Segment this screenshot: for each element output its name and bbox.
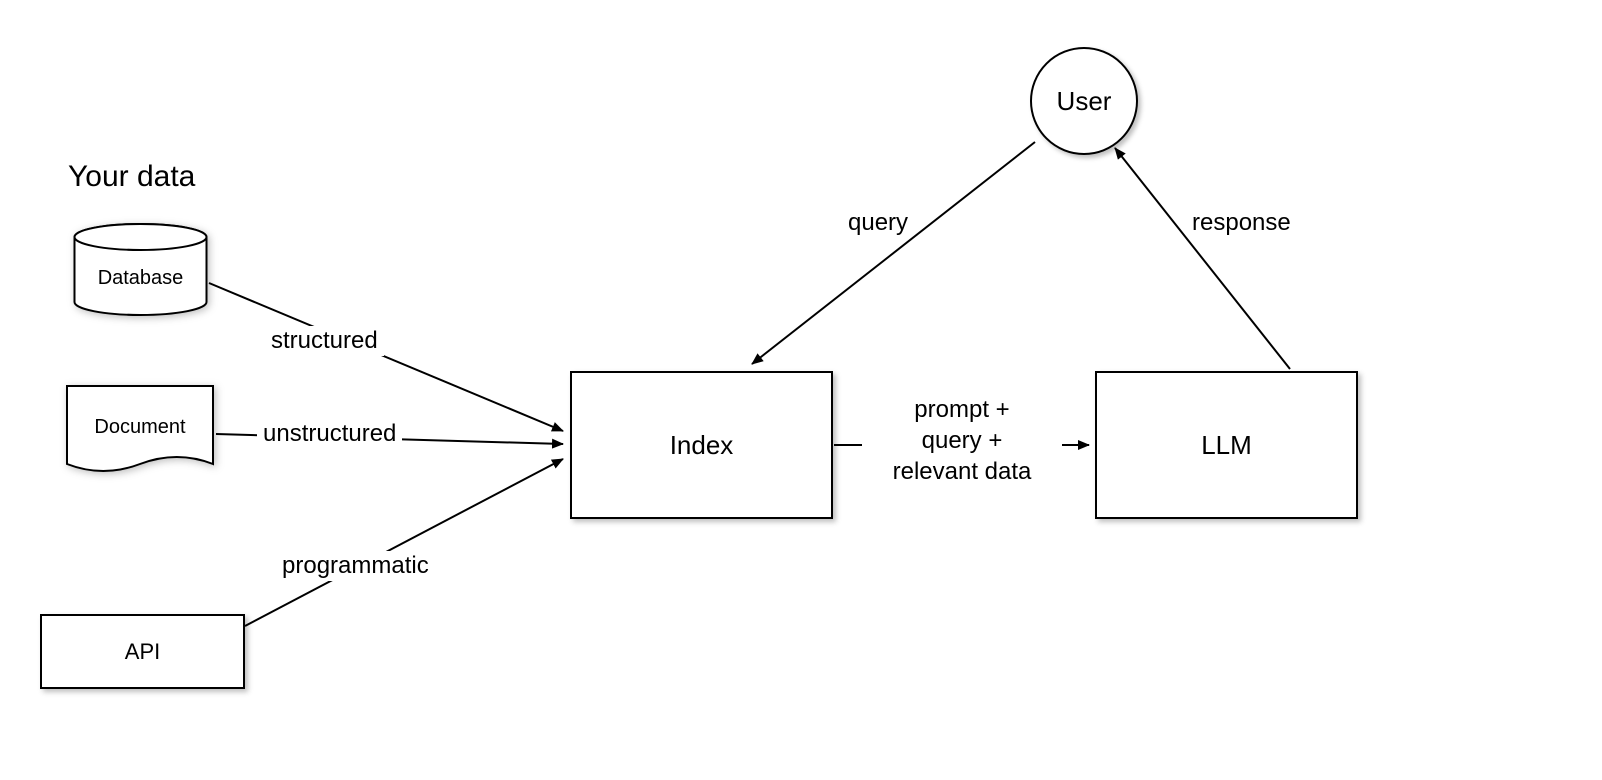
- edge-label-query: query: [848, 210, 908, 236]
- user-node: User: [1030, 47, 1138, 155]
- document-label: Document: [65, 416, 215, 439]
- edge-label-index-to-llm: prompt + query + relevant data: [862, 392, 1062, 490]
- index-node: Index: [570, 371, 833, 519]
- index-label: Index: [670, 430, 734, 461]
- user-label: User: [1057, 86, 1112, 117]
- api-label: API: [125, 639, 160, 665]
- llm-label: LLM: [1201, 430, 1252, 461]
- edge-label-response: response: [1192, 210, 1291, 236]
- header-your-data: Your data: [68, 160, 195, 193]
- edge-label-unstructured: unstructured: [257, 419, 402, 449]
- api-node: API: [40, 614, 245, 689]
- llm-node: LLM: [1095, 371, 1358, 519]
- database-node: Database: [73, 223, 208, 316]
- edge-label-structured: structured: [265, 326, 384, 356]
- document-node: Document: [65, 384, 215, 480]
- edge-label-programmatic: programmatic: [276, 551, 435, 581]
- database-label: Database: [73, 267, 208, 290]
